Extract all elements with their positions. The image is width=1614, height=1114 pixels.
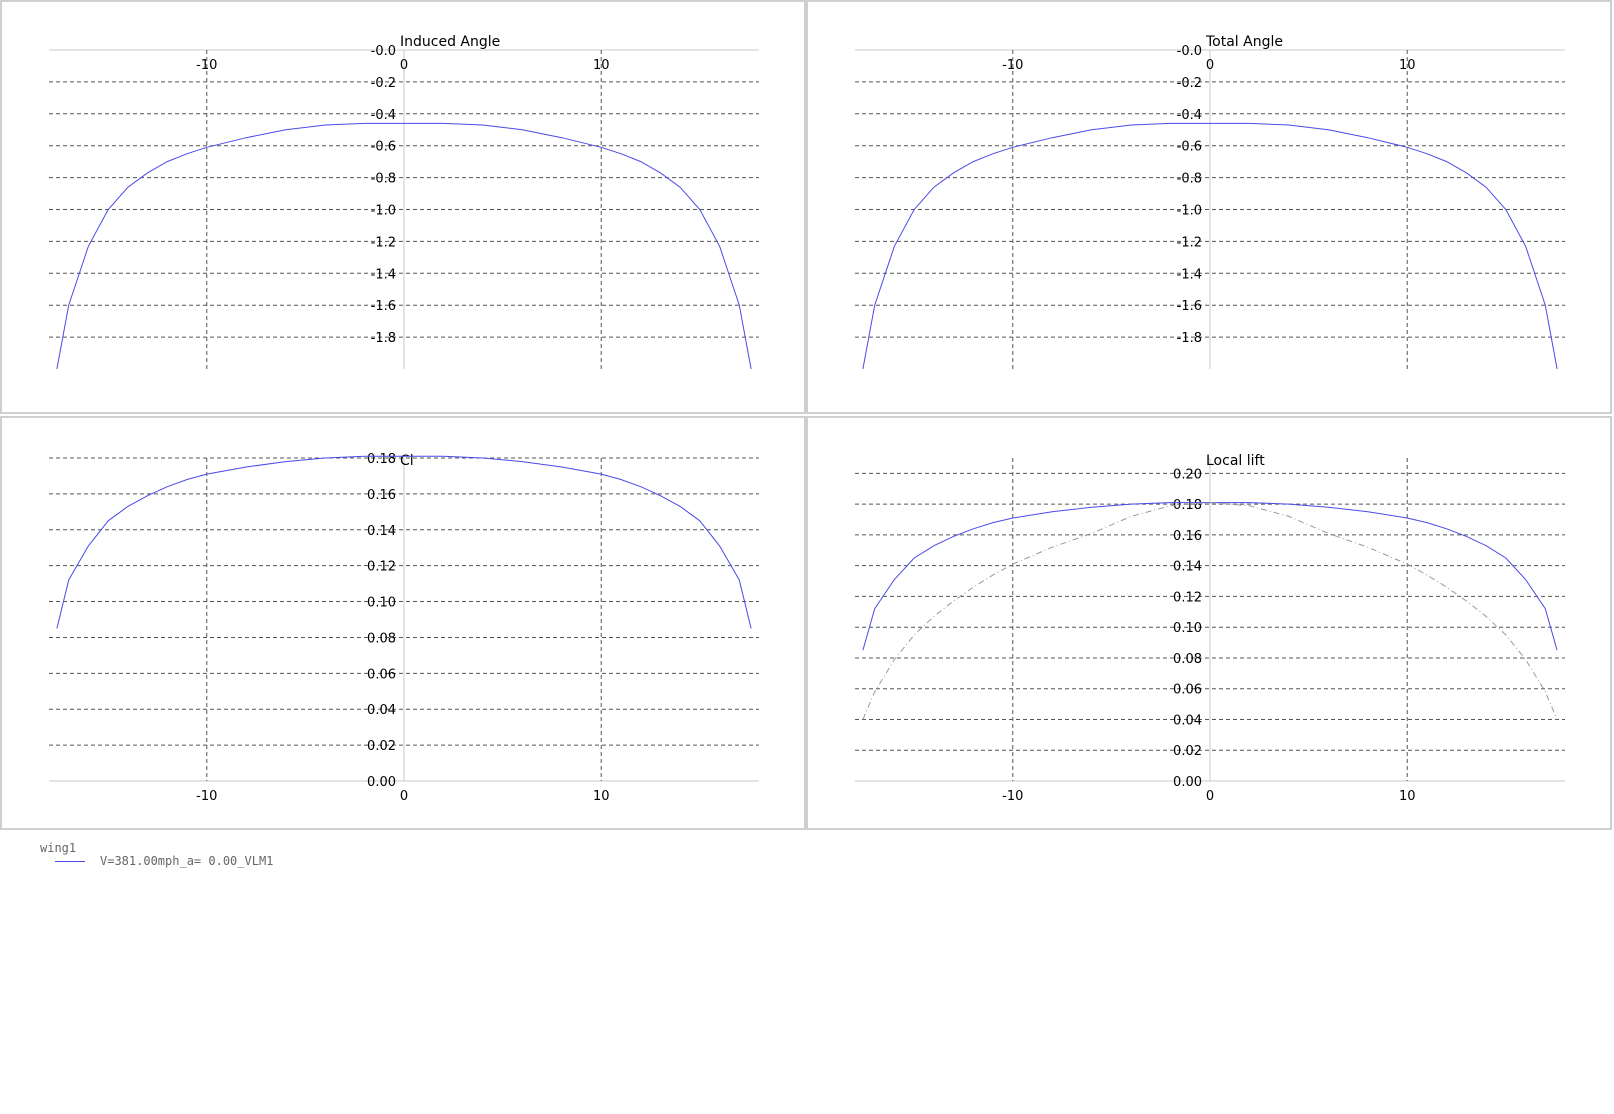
grid <box>49 457 759 782</box>
grid <box>855 49 1565 369</box>
chart-panel-total-angle: -0.0 -0.2 -0.4 -0.6 -0.8 -1.0 -1.2 -1.4 -1.6 -1.8… <box>806 0 1612 414</box>
x-tick-label: 10 <box>593 58 610 73</box>
y-tick-label: -0.4 <box>371 108 396 123</box>
y-tick-label: 0.20 <box>1173 467 1202 482</box>
y-tick-label: 0.08 <box>367 631 396 646</box>
legend-object-name: wing1 <box>40 841 77 855</box>
chart-panel-local-lift: 0.00 0.02 0.04 0.06 0.08 0.10 0.12 0.14 0.16 0.18… <box>806 416 1612 830</box>
x-tick-label: 10 <box>593 789 610 804</box>
chart-total-angle: -0.0 -0.2 -0.4 -0.6 -0.8 -1.0 -1.2 -1.4 -1.6 -1.8… <box>855 34 1565 370</box>
y-tick-label: -1.0 <box>371 204 396 219</box>
y-tick-label: 0.18 <box>367 452 396 467</box>
chart-local-lift: 0.00 0.02 0.04 0.06 0.08 0.10 0.12 0.14 0.16 0.18… <box>855 453 1565 804</box>
x-tick-label: 10 <box>1399 58 1416 73</box>
y-tick-label: -0.0 <box>371 44 396 59</box>
y-tick-label: -0.4 <box>1177 108 1202 123</box>
x-tick-label: 0 <box>1206 789 1214 804</box>
y-tick-label: -1.8 <box>1177 331 1202 346</box>
y-tick-label: 0.02 <box>367 739 396 754</box>
y-tick-label: -0.8 <box>1177 172 1202 187</box>
chart-title: Local lift <box>1206 453 1265 469</box>
y-tick-label: -0.2 <box>371 76 396 91</box>
grid <box>855 458 1565 782</box>
chart-title: Total Angle <box>1205 34 1283 50</box>
y-tick-label: -1.4 <box>371 267 396 282</box>
y-tick-label: 0.08 <box>1173 652 1202 667</box>
y-tick-label: 0.12 <box>367 560 396 575</box>
y-tick-label: 0.16 <box>1173 529 1202 544</box>
y-tick-label: 0.04 <box>367 703 396 718</box>
y-tick-label: -0.0 <box>1177 44 1202 59</box>
y-tick-label: -0.2 <box>1177 76 1202 91</box>
x-tick-label: -10 <box>196 789 217 804</box>
x-tick-label: 0 <box>400 58 408 73</box>
y-tick-label: -0.8 <box>371 172 396 187</box>
legend-entry-label: V=381.00mph_a= 0.00_VLM1 <box>100 854 274 868</box>
y-tick-label: 0.10 <box>367 596 396 611</box>
legend-swatch <box>55 861 85 862</box>
y-tick-label: -1.2 <box>1177 235 1202 250</box>
y-tick-label: -0.6 <box>1177 140 1202 155</box>
y-tick-label: 0.16 <box>367 488 396 503</box>
y-tick-label: -1.0 <box>1177 204 1202 219</box>
chart-title: Cl <box>400 453 414 469</box>
y-tick-label: -1.6 <box>371 299 396 314</box>
y-tick-label: 0.10 <box>1173 621 1202 636</box>
y-tick-label: 0.02 <box>1173 744 1202 759</box>
y-tick-label: 0.00 <box>1173 775 1202 790</box>
y-tick-label: 0.12 <box>1173 590 1202 605</box>
x-tick-label: -10 <box>1002 58 1023 73</box>
x-tick-label: -10 <box>196 58 217 73</box>
grid <box>49 49 759 369</box>
x-tick-label: -10 <box>1002 789 1023 804</box>
x-tick-label: 0 <box>1206 58 1214 73</box>
y-tick-label: -1.4 <box>1177 267 1202 282</box>
y-tick-label: 0.06 <box>367 667 396 682</box>
y-tick-label: -0.6 <box>371 140 396 155</box>
x-tick-label: 0 <box>400 789 408 804</box>
y-tick-label: 0.14 <box>367 524 396 539</box>
y-tick-label: 0.00 <box>367 775 396 790</box>
y-tick-label: 0.04 <box>1173 713 1202 728</box>
y-tick-label: -1.6 <box>1177 299 1202 314</box>
y-tick-label: -1.8 <box>371 331 396 346</box>
chart-induced-angle: -0.0 -0.2 -0.4 -0.6 -0.8 -1.0 -1.2 -1.4 -1.6 -1.8… <box>49 34 759 370</box>
y-tick-label: 0.06 <box>1173 683 1202 698</box>
chart-panel-induced-angle: -0.0 -0.2 -0.4 -0.6 -0.8 -1.0 -1.2 -1.4 -1.6 -1.8… <box>0 0 806 414</box>
chart-panel-cl: 0.00 0.02 0.04 0.06 0.08 0.10 0.12 0.14 0.16 0.18… <box>0 416 806 830</box>
y-tick-label: 0.18 <box>1173 498 1202 513</box>
x-tick-label: 10 <box>1399 789 1416 804</box>
chart-cl: 0.00 0.02 0.04 0.06 0.08 0.10 0.12 0.14 0.16 0.18… <box>49 452 759 804</box>
y-tick-label: -1.2 <box>371 235 396 250</box>
y-tick-label: 0.14 <box>1173 560 1202 575</box>
chart-title: Induced Angle <box>400 34 500 50</box>
